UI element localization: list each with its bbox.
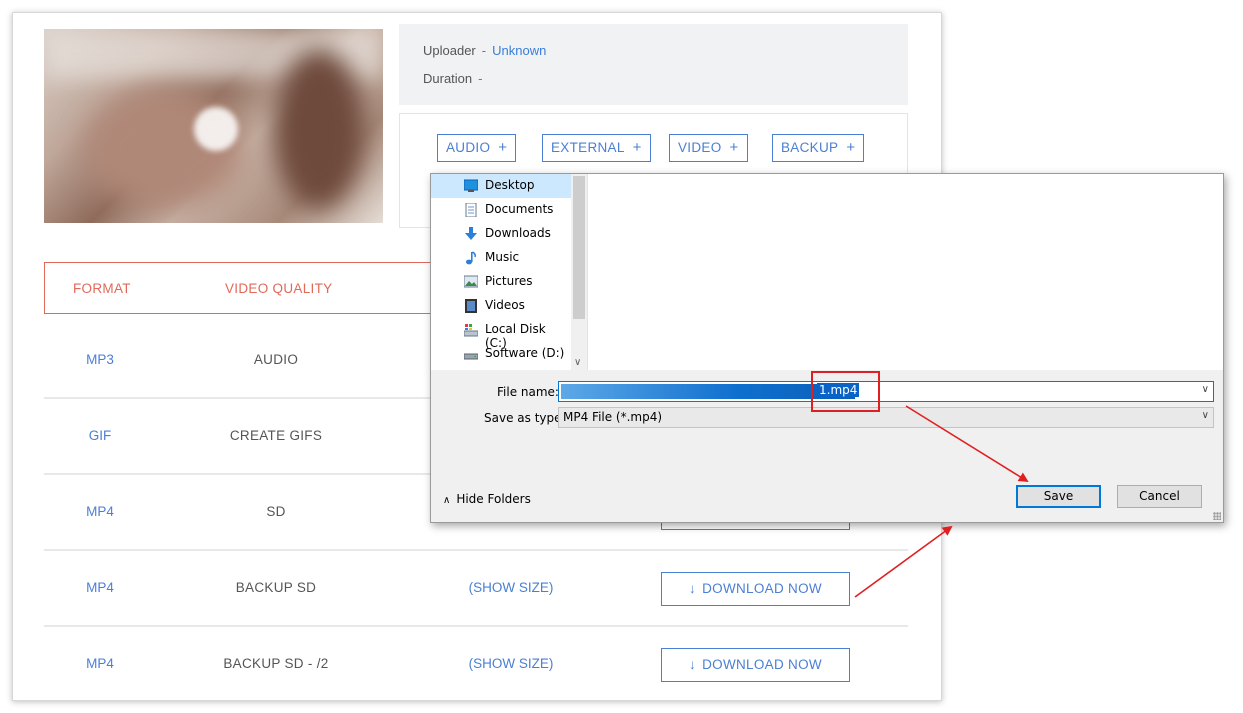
row-quality: AUDIO (253, 352, 299, 367)
nav-item-videos[interactable]: Videos (431, 294, 571, 318)
video-meta-panel: Uploader - Unknown Duration - (399, 24, 908, 105)
nav-label: Desktop (485, 178, 535, 192)
save-as-type-label: Save as type: (484, 411, 566, 425)
row-quality: CREATE GIFS (229, 428, 323, 443)
tab-backup-label: BACKUP (781, 140, 839, 155)
arrow-down-icon: ↓ (689, 581, 697, 596)
download-now-label: DOWNLOAD NOW (702, 581, 822, 596)
nav-label: Videos (485, 298, 525, 312)
plus-icon: + (498, 139, 508, 156)
nav-label: Documents (485, 202, 554, 216)
row-quality: SD (266, 504, 286, 519)
uploader-link[interactable]: Unknown (492, 43, 546, 58)
scrollbar-thumb[interactable] (573, 176, 585, 319)
row-format: MP4 (86, 580, 114, 595)
nav-scrollbar[interactable]: ∨ (571, 174, 587, 370)
chevron-down-icon: ∨ (1201, 410, 1209, 421)
tab-external[interactable]: EXTERNAL + (542, 134, 651, 162)
nav-item-documents[interactable]: Documents (431, 198, 571, 222)
header-video-quality: VIDEO QUALITY (225, 281, 333, 296)
row-format: MP3 (86, 352, 114, 367)
nav-label: Pictures (485, 274, 533, 288)
nav-label: Music (485, 250, 520, 264)
save-as-type-select[interactable]: MP4 File (*.mp4) ∨ (558, 407, 1214, 428)
row-quality: BACKUP SD (235, 580, 317, 595)
desktop-icon (464, 179, 478, 192)
local-disk-icon (464, 324, 478, 337)
resize-grip[interactable] (1213, 512, 1221, 520)
plus-icon: + (632, 139, 642, 156)
row-format: MP4 (86, 504, 114, 519)
nav-item-pictures[interactable]: Pictures (431, 270, 571, 294)
table-row: MP4 BACKUP SD (SHOW SIZE) ↓ DOWNLOAD NOW (44, 551, 908, 627)
file-list-area[interactable] (588, 174, 1223, 370)
duration-separator: - (478, 71, 483, 86)
hide-folders-label: Hide Folders (456, 492, 531, 506)
music-icon (466, 251, 476, 265)
documents-icon (465, 203, 477, 217)
nav-item-software-drive[interactable]: Software (D:) (431, 342, 571, 366)
download-now-label: DOWNLOAD NOW (702, 657, 822, 672)
header-format: FORMAT (73, 281, 131, 296)
nav-item-local-disk[interactable]: Local Disk (C:) (431, 318, 571, 350)
drive-icon (464, 353, 478, 360)
download-now-button[interactable]: ↓ DOWNLOAD NOW (661, 648, 850, 682)
chevron-down-icon[interactable]: ∨ (574, 357, 581, 368)
save-as-type-value: MP4 File (*.mp4) (563, 410, 663, 424)
tab-external-label: EXTERNAL (551, 140, 625, 155)
plus-icon: + (846, 139, 856, 156)
arrow-down-icon: ↓ (689, 657, 697, 672)
nav-label: Downloads (485, 226, 551, 240)
plus-icon: + (729, 139, 739, 156)
play-icon[interactable] (194, 107, 238, 151)
thumbnail-blur (274, 49, 364, 209)
duration-label: Duration (423, 71, 473, 86)
show-size-link[interactable]: (SHOW SIZE) (456, 580, 566, 595)
nav-item-downloads[interactable]: Downloads (431, 222, 571, 246)
videos-icon (465, 299, 477, 313)
tab-audio-label: AUDIO (446, 140, 491, 155)
nav-label: Software (D:) (485, 346, 565, 360)
downloads-icon (465, 227, 477, 240)
file-name-input[interactable]: 1.mp4 ∨ (558, 381, 1214, 402)
cancel-button[interactable]: Cancel (1117, 485, 1202, 508)
uploader-label: Uploader (423, 43, 476, 58)
tab-video-label: VIDEO (678, 140, 722, 155)
row-format: GIF (88, 428, 112, 443)
show-size-link[interactable]: (SHOW SIZE) (456, 656, 566, 671)
table-row: MP4 BACKUP SD - /2 (SHOW SIZE) ↓ DOWNLOAD… (44, 627, 908, 700)
nav-item-desktop[interactable]: Desktop (431, 174, 571, 198)
file-name-label: File name: (497, 385, 559, 399)
row-format: MP4 (86, 656, 114, 671)
tab-video[interactable]: VIDEO + (669, 134, 748, 162)
annotation-highlight-box (811, 371, 880, 412)
tab-backup[interactable]: BACKUP + (772, 134, 865, 162)
tab-audio[interactable]: AUDIO + (437, 134, 517, 162)
nav-item-music[interactable]: Music (431, 246, 571, 270)
row-quality: BACKUP SD - /2 (223, 656, 329, 671)
pictures-icon (464, 275, 478, 288)
duration-row: Duration - (423, 71, 488, 86)
folder-navigation-pane: Desktop Documents Downloads Music Pictur… (431, 174, 587, 370)
save-as-dialog: Desktop Documents Downloads Music Pictur… (430, 173, 1224, 523)
hide-folders-button[interactable]: ∧ Hide Folders (443, 492, 531, 506)
uploader-row: Uploader - Unknown (423, 43, 546, 58)
download-now-button[interactable]: ↓ DOWNLOAD NOW (661, 572, 850, 606)
save-button[interactable]: Save (1016, 485, 1101, 508)
uploader-separator: - (481, 43, 487, 58)
chevron-up-icon: ∧ (443, 495, 451, 506)
video-thumbnail[interactable] (44, 29, 383, 223)
chevron-down-icon[interactable]: ∨ (1202, 384, 1209, 395)
